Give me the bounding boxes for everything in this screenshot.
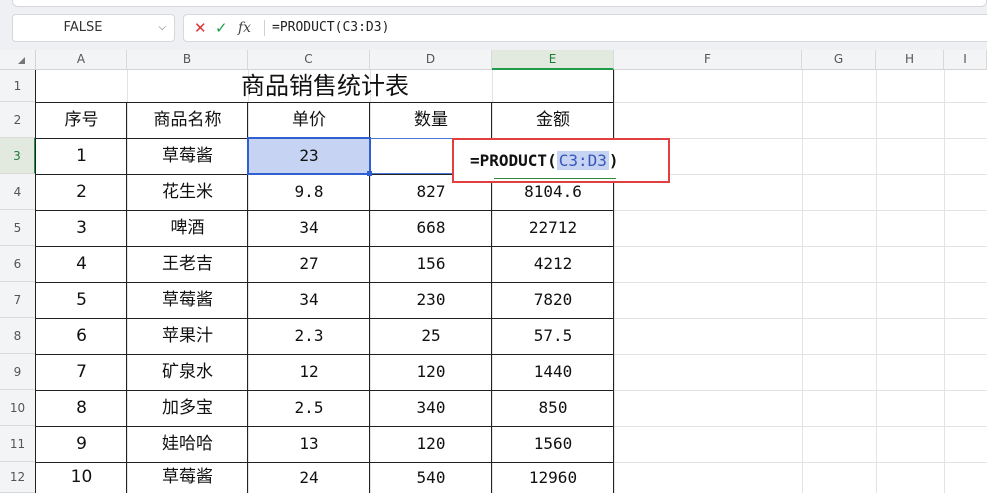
table-cell[interactable]: 1440 [492, 354, 614, 390]
row-header-2[interactable]: 2 [0, 102, 36, 138]
editor-function: =PRODUCT( [470, 151, 557, 170]
spreadsheet-grid[interactable]: A B C D E F G H I 1 2 3 4 5 6 7 8 9 10 11 12 商品销售统计表 序号 商品名称 单价数… [0, 50, 987, 493]
table-cell[interactable]: 22712 [492, 210, 614, 246]
table-cell[interactable]: 啤酒 [127, 210, 248, 246]
table-cell[interactable]: 12960 [492, 462, 614, 493]
table-cell[interactable]: 1560 [492, 426, 614, 462]
editor-underline [494, 178, 616, 179]
table-cell[interactable]: 加多宝 [127, 390, 248, 426]
table-cell[interactable]: 540 [370, 462, 492, 493]
table-cell[interactable]: 2 [36, 174, 127, 210]
table-cell[interactable]: 2.5 [248, 390, 370, 426]
table-cell[interactable]: 娃哈哈 [127, 426, 248, 462]
table-cell[interactable]: 10 [36, 462, 127, 493]
table-cell[interactable]: 12 [248, 354, 370, 390]
table-cell[interactable]: 草莓酱 [127, 138, 248, 174]
name-box[interactable]: FALSE ⌵ [12, 14, 175, 42]
editor-closing-paren: ) [608, 151, 619, 170]
table-border-vertical [613, 70, 614, 102]
table-cell[interactable]: 6 [36, 318, 127, 354]
header-cell[interactable]: 单价 [248, 102, 370, 138]
table-cell[interactable]: 草莓酱 [127, 282, 248, 318]
column-header-c[interactable]: C [248, 50, 370, 70]
row-header-10[interactable]: 10 [0, 390, 36, 426]
table-cell[interactable]: 120 [370, 426, 492, 462]
editor-text[interactable]: =PRODUCT(C3:D3) [470, 140, 619, 181]
table-cell[interactable]: 230 [370, 282, 492, 318]
table-cell[interactable]: 34 [248, 210, 370, 246]
chevron-down-icon[interactable]: ⌵ [158, 15, 166, 41]
column-header-a[interactable]: A [36, 50, 127, 70]
window-top-strip [0, 0, 987, 9]
formula-separator [264, 20, 265, 36]
table-cell[interactable]: 草莓酱 [127, 462, 248, 493]
table-cell[interactable]: 2.3 [248, 318, 370, 354]
table-cell[interactable]: 24 [248, 462, 370, 493]
row-header-8[interactable]: 8 [0, 318, 36, 354]
table-cell[interactable]: 1 [36, 138, 127, 174]
table-cell[interactable]: 8 [36, 390, 127, 426]
row-header-7[interactable]: 7 [0, 282, 36, 318]
table-cell[interactable]: 花生米 [127, 174, 248, 210]
formula-input[interactable]: =PRODUCT(C3:D3) [272, 15, 389, 41]
row-header-3[interactable]: 3 [0, 138, 36, 174]
table-cell[interactable]: 120 [370, 354, 492, 390]
confirm-icon[interactable]: ✓ [215, 15, 228, 41]
table-cell[interactable]: 156 [370, 246, 492, 282]
header-cell[interactable]: 数量 [370, 102, 492, 138]
header-cell[interactable]: 商品名称 [127, 102, 248, 138]
header-cell[interactable]: 金额 [492, 102, 614, 138]
select-all-icon [18, 57, 25, 64]
table-cell[interactable]: 5 [36, 282, 127, 318]
row-header-6[interactable]: 6 [0, 246, 36, 282]
row-header-4[interactable]: 4 [0, 174, 36, 210]
tab-bar-edge [12, 0, 987, 7]
selection-fill-handle[interactable] [367, 171, 372, 176]
table-cell[interactable]: 57.5 [492, 318, 614, 354]
row-header-12[interactable]: 12 [0, 462, 36, 493]
table-cell[interactable]: 4 [36, 246, 127, 282]
header-cell[interactable]: 序号 [36, 102, 127, 138]
table-cell[interactable]: 27 [248, 246, 370, 282]
formula-input-group: ✕ ✓ fx =PRODUCT(C3:D3) [183, 14, 987, 42]
column-header-h[interactable]: H [876, 50, 944, 70]
selected-cell-outline [247, 137, 371, 175]
table-cell[interactable]: 25 [370, 318, 492, 354]
table-cell[interactable]: 9.8 [248, 174, 370, 210]
table-cell[interactable]: 340 [370, 390, 492, 426]
table-cell[interactable]: 7820 [492, 282, 614, 318]
table-cell[interactable]: 王老吉 [127, 246, 248, 282]
name-box-value: FALSE [63, 20, 103, 35]
table-cell[interactable]: 矿泉水 [127, 354, 248, 390]
row-header-5[interactable]: 5 [0, 210, 36, 246]
table-cell[interactable]: 9 [36, 426, 127, 462]
table-cell[interactable]: 苹果汁 [127, 318, 248, 354]
insert-function-icon[interactable]: fx [238, 15, 251, 41]
sheet-title: 商品销售统计表 [241, 72, 409, 100]
row-header-9[interactable]: 9 [0, 354, 36, 390]
table-cell[interactable]: 850 [492, 390, 614, 426]
table-cell[interactable]: 4212 [492, 246, 614, 282]
column-header-f[interactable]: F [614, 50, 802, 70]
cell-formula-editor[interactable]: =PRODUCT(C3:D3) [452, 138, 670, 183]
column-header-i[interactable]: I [944, 50, 987, 70]
column-header-b[interactable]: B [127, 50, 248, 70]
editor-range-reference: C3:D3 [556, 151, 609, 170]
table-cell[interactable]: 13 [248, 426, 370, 462]
table-cell[interactable]: 668 [370, 210, 492, 246]
formula-bar: FALSE ⌵ ✕ ✓ fx =PRODUCT(C3:D3) [0, 9, 987, 46]
table-cell[interactable]: 7 [36, 354, 127, 390]
column-header-d[interactable]: D [370, 50, 492, 70]
column-header-e[interactable]: E [492, 50, 614, 70]
cancel-icon[interactable]: ✕ [194, 15, 207, 41]
row-header-11[interactable]: 11 [0, 426, 36, 462]
select-all-corner[interactable] [0, 50, 36, 70]
row-header-1[interactable]: 1 [0, 70, 36, 102]
table-border-vertical [35, 70, 36, 102]
table-cell[interactable]: 34 [248, 282, 370, 318]
column-header-g[interactable]: G [802, 50, 876, 70]
table-cell[interactable]: 3 [36, 210, 127, 246]
